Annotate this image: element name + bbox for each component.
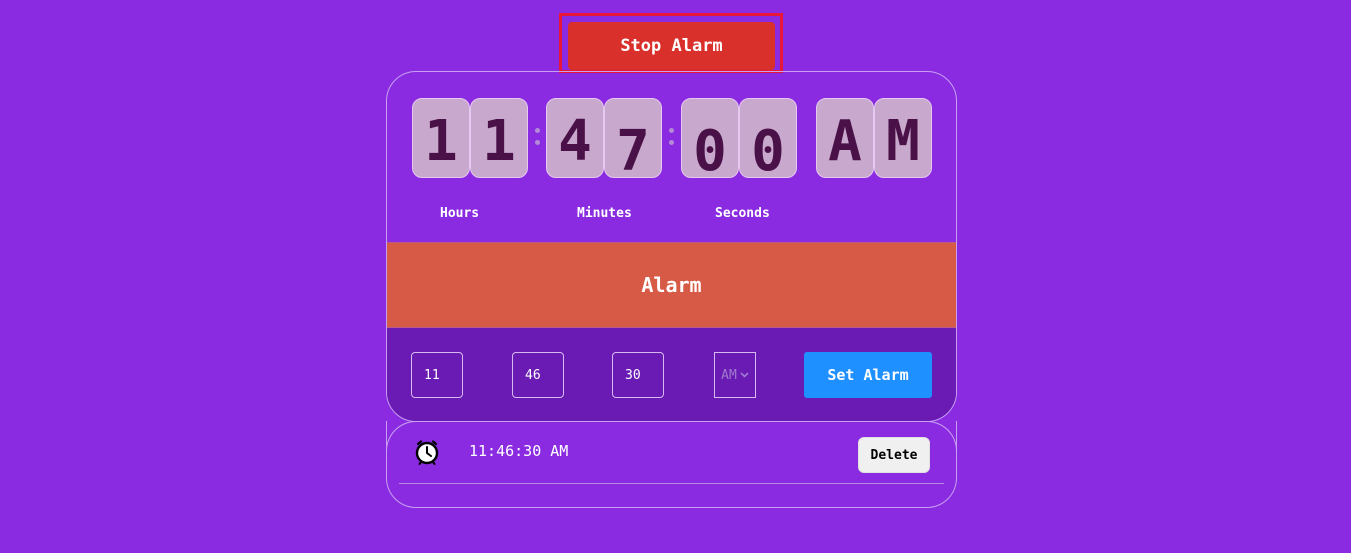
chevron-down-icon — [740, 372, 749, 378]
alarm-list: 11:46:30 AM Delete — [386, 421, 957, 508]
colon-separator — [535, 128, 540, 145]
second-tens-digit: 0 — [681, 98, 739, 178]
hour-ones-digit: 1 — [470, 98, 528, 178]
hour-tens-digit: 1 — [412, 98, 470, 178]
hours-label: Hours — [440, 206, 480, 221]
set-alarm-button[interactable]: Set Alarm — [804, 352, 932, 398]
meridiem-second-letter: M — [874, 98, 932, 178]
clock-card: 1 1 4 7 0 0 A M Hours Minutes Seconds Al… — [386, 71, 957, 422]
minute-ones-digit: 7 — [604, 98, 662, 178]
ampm-select[interactable]: AM — [714, 352, 756, 398]
ampm-selected-value: AM — [721, 367, 737, 383]
seconds-label: Seconds — [715, 206, 770, 221]
alarm-time: 11:46:30 AM — [469, 442, 569, 460]
minute-tens-digit: 4 — [546, 98, 604, 178]
stop-alarm-button[interactable]: Stop Alarm — [568, 22, 775, 70]
hours-input[interactable] — [411, 352, 463, 398]
seconds-input[interactable] — [612, 352, 664, 398]
alarm-heading: Alarm — [387, 242, 956, 328]
colon-separator — [669, 128, 674, 145]
list-item: 11:46:30 AM Delete — [399, 421, 944, 484]
alarm-form: AM Set Alarm — [387, 328, 956, 421]
minutes-input[interactable] — [512, 352, 564, 398]
minutes-label: Minutes — [577, 206, 632, 221]
alarm-clock-icon — [415, 440, 439, 465]
delete-alarm-button[interactable]: Delete — [858, 437, 930, 473]
meridiem-first-letter: A — [816, 98, 874, 178]
second-ones-digit: 0 — [739, 98, 797, 178]
